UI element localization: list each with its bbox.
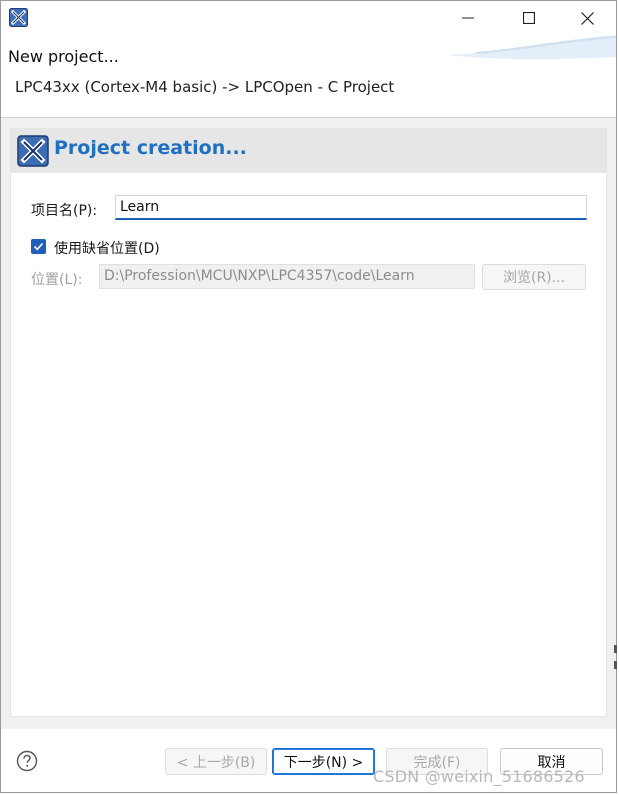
close-icon xyxy=(580,11,594,25)
minimize-icon xyxy=(462,17,474,19)
checkmark-icon xyxy=(33,242,44,251)
wizard-title: New project... xyxy=(8,47,119,66)
project-name-input[interactable] xyxy=(115,195,587,220)
close-button[interactable] xyxy=(564,1,610,35)
project-name-label: 项目名(P): xyxy=(31,203,98,219)
location-input: D:\Profession\MCU\NXP\LPC4357\code\Learn xyxy=(99,264,475,289)
section-title: Project creation... xyxy=(54,137,247,159)
wizard-description: LPC43xx (Cortex-M4 basic) -> LPCOpen - C… xyxy=(15,78,395,96)
location-label: 位置(L): xyxy=(31,272,83,288)
project-x-icon xyxy=(17,135,49,167)
use-default-location-checkbox[interactable] xyxy=(31,239,46,254)
minimize-button[interactable] xyxy=(445,1,491,35)
project-creation-panel: Project creation... 项目名(P): 使用缺省位置(D) 位置… xyxy=(10,128,607,717)
use-default-location-label[interactable]: 使用缺省位置(D) xyxy=(54,238,160,258)
next-button[interactable]: 下一步(N) > xyxy=(272,748,375,775)
watermark-text: CSDN @weixin_51686526 xyxy=(373,767,585,786)
wizard-header: New project... LPC43xx (Cortex-M4 basic)… xyxy=(1,35,616,117)
window-edge-handle xyxy=(614,645,617,669)
maximize-button[interactable] xyxy=(506,1,552,35)
app-x-icon xyxy=(9,8,28,27)
wizard-window: New project... LPC43xx (Cortex-M4 basic)… xyxy=(0,0,617,793)
back-button: < 上一步(B) xyxy=(165,748,267,775)
title-bar[interactable] xyxy=(1,1,616,35)
maximize-icon xyxy=(523,12,535,24)
header-banner-graphic xyxy=(446,35,616,59)
help-icon[interactable] xyxy=(16,750,38,772)
browse-button: 浏览(R)... xyxy=(482,264,586,290)
section-header: Project creation... xyxy=(11,129,606,173)
